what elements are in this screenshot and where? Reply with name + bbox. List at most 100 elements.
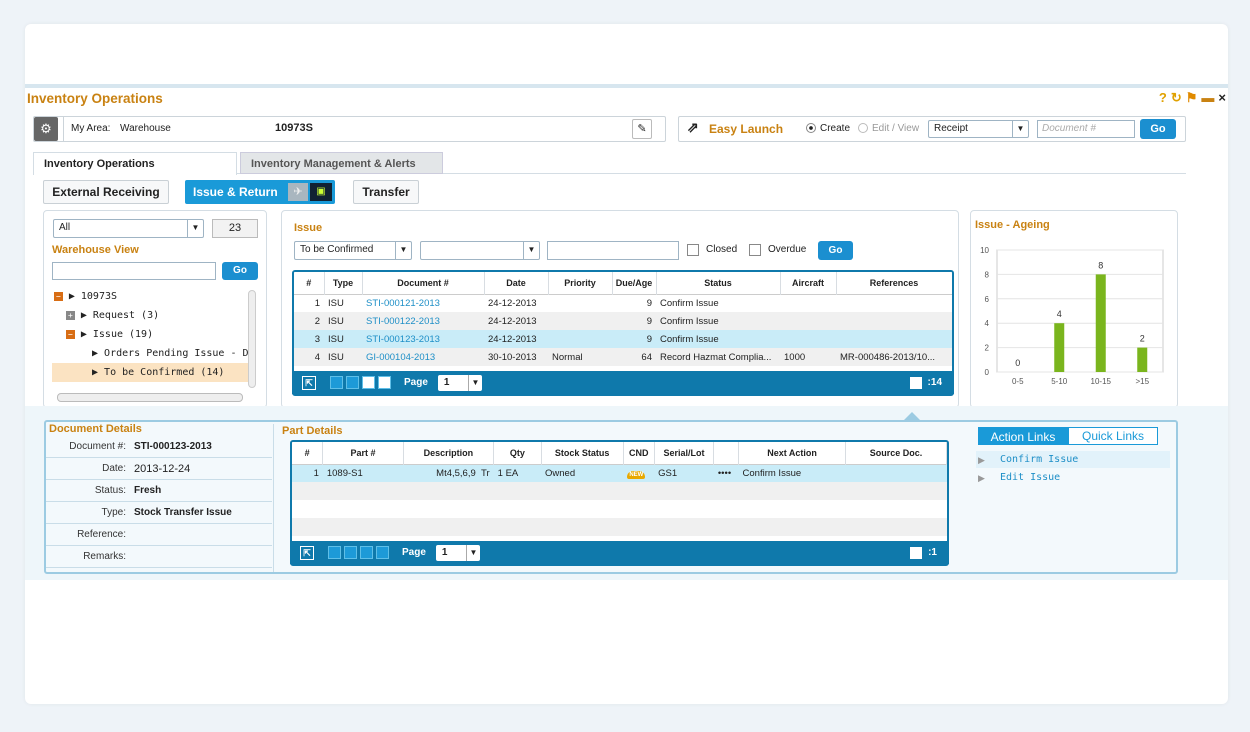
edit-pencil-icon[interactable]: ✎	[632, 119, 652, 139]
chevron-down-icon: ▼	[1012, 121, 1028, 137]
chevron-down-icon: ▼	[467, 374, 482, 391]
last-page-icon[interactable]	[378, 376, 391, 389]
create-radio[interactable]	[806, 123, 816, 133]
detail-row: Type: Stock Transfer Issue	[46, 502, 272, 524]
table-row[interactable]: 4 ISU GI-000104-2013 30-10-2013 Normal 64 Reco…	[294, 348, 952, 366]
table-row[interactable]: 1 ISU STI-000121-2013 24-12-2013 9 Confirm Is…	[294, 294, 952, 312]
refresh-icon[interactable]: ↻	[1171, 90, 1182, 106]
prev-page-icon[interactable]	[346, 376, 359, 389]
tab-inventory-management[interactable]: Inventory Management & Alerts	[240, 152, 443, 174]
help-icon[interactable]: ?	[1159, 90, 1167, 106]
cell: 1089-S1	[326, 467, 363, 479]
tree-vertical-scrollbar[interactable]	[248, 290, 256, 388]
document-link[interactable]: STI-000122-2013	[362, 312, 484, 330]
first-page-icon[interactable]	[328, 546, 341, 559]
tree-label: 10973S	[80, 291, 118, 302]
warehouse-go-button[interactable]: Go	[222, 262, 258, 280]
cell: 30-10-2013	[488, 351, 537, 363]
cell: Confirm Issue	[660, 315, 719, 327]
col-header[interactable]: Date	[484, 272, 549, 294]
cell: Mt4,5,6,9	[436, 467, 476, 479]
col-header[interactable]: CND	[623, 442, 655, 464]
col-header[interactable]: Next Action	[738, 442, 847, 464]
issue-filter-value: To be Confirmed	[300, 244, 374, 255]
col-header[interactable]: Source Doc.	[845, 442, 947, 464]
warehouse-view-title: Warehouse View	[52, 244, 139, 256]
warehouse-filter-select[interactable]: All ▼	[53, 219, 204, 238]
cell: 9	[646, 315, 652, 327]
last-page-icon[interactable]	[376, 546, 389, 559]
col-header[interactable]: Serial/Lot	[654, 442, 715, 464]
tree-horizontal-scrollbar[interactable]	[57, 393, 243, 402]
close-icon[interactable]: ×	[1218, 90, 1226, 106]
external-receiving-button[interactable]: External Receiving	[43, 180, 169, 204]
col-header[interactable]: Aircraft	[780, 272, 837, 294]
col-header[interactable]: Part #	[322, 442, 404, 464]
collapse-icon[interactable]: −	[54, 292, 63, 301]
issue-go-button[interactable]: Go	[818, 241, 853, 260]
table-row[interactable]: 2 ISU STI-000122-2013 24-12-2013 9 Confirm Is…	[294, 312, 952, 330]
tab-action-links[interactable]: Action Links	[978, 427, 1068, 445]
document-link[interactable]: GI-000104-2013	[362, 348, 484, 366]
tree-node-orders-pending[interactable]: ▶ Orders Pending Issue - Due	[52, 344, 248, 363]
closed-checkbox[interactable]	[687, 244, 699, 256]
expand-icon[interactable]: +	[66, 311, 75, 320]
tree-label: Orders Pending Issue - Due	[104, 348, 248, 359]
cell	[548, 330, 612, 348]
launch-type-select[interactable]: Receipt ▼	[928, 120, 1029, 138]
export-icon[interactable]: ⇱	[302, 375, 316, 390]
col-header[interactable]: #	[294, 272, 325, 294]
col-header[interactable]: Qty	[493, 442, 542, 464]
issue-secondary-select[interactable]: ▼	[420, 241, 540, 260]
edit-issue-link[interactable]: Edit Issue	[1000, 472, 1060, 483]
tab-inventory-operations[interactable]: Inventory Operations	[33, 152, 237, 175]
export-icon[interactable]: ⇱	[300, 545, 314, 560]
page-select[interactable]: 1 ▼	[437, 374, 482, 391]
col-header[interactable]	[713, 442, 740, 464]
overdue-checkbox[interactable]	[749, 244, 761, 256]
edit-view-radio[interactable]	[858, 123, 868, 133]
layout-icon[interactable]: ▬	[1201, 90, 1214, 106]
grid-settings-icon[interactable]	[909, 376, 922, 389]
collapse-icon[interactable]: −	[66, 330, 75, 339]
tree-node-issue[interactable]: − ▶ Issue (19)	[52, 325, 248, 344]
table-row-selected[interactable]: 1 1089-S1 Mt4,5,6,9 Tr 1 EA Owned NEW GS…	[292, 464, 947, 482]
area-settings-icon[interactable]: ⚙	[34, 117, 58, 141]
col-header[interactable]: Status	[656, 272, 781, 294]
tree-node-request[interactable]: + ▶ Request (3)	[52, 306, 248, 325]
col-header[interactable]: Priority	[548, 272, 613, 294]
issue-search-input[interactable]	[547, 241, 679, 260]
warehouse-count: 23	[212, 219, 258, 238]
cell	[780, 330, 836, 348]
col-header[interactable]: #	[292, 442, 324, 464]
next-page-icon[interactable]	[362, 376, 375, 389]
document-link[interactable]: STI-000123-2013	[362, 330, 484, 348]
cell: 3	[314, 333, 320, 345]
first-page-icon[interactable]	[330, 376, 343, 389]
document-link[interactable]: STI-000121-2013	[362, 294, 484, 312]
col-header[interactable]: Description	[403, 442, 495, 464]
table-row-selected[interactable]: 3 ISU STI-000123-2013 24-12-2013 9 Confirm Is…	[294, 330, 952, 348]
prev-page-icon[interactable]	[344, 546, 357, 559]
user-icon[interactable]: ⚑	[1186, 90, 1198, 106]
grid-settings-icon[interactable]	[910, 546, 923, 559]
col-header[interactable]: Document #	[362, 272, 485, 294]
issue-filter-select[interactable]: To be Confirmed ▼	[294, 241, 412, 260]
document-number-input[interactable]: Document #	[1037, 120, 1135, 138]
col-header[interactable]: References	[836, 272, 952, 294]
warehouse-search-input[interactable]	[52, 262, 216, 280]
y-tick-label: 0	[985, 368, 990, 377]
page-select[interactable]: 1 ▼	[435, 544, 480, 561]
transfer-button[interactable]: Transfer	[353, 180, 419, 204]
confirm-issue-link[interactable]: Confirm Issue	[1000, 454, 1078, 465]
y-tick-label: 2	[985, 344, 990, 353]
col-header[interactable]: Due/Age	[612, 272, 657, 294]
tree-node-to-be-confirmed[interactable]: ▶ To be Confirmed (14)	[52, 363, 248, 382]
issue-title: Issue	[294, 222, 323, 234]
next-page-icon[interactable]	[360, 546, 373, 559]
tab-quick-links[interactable]: Quick Links	[1068, 427, 1158, 445]
col-header[interactable]: Type	[324, 272, 363, 294]
col-header[interactable]: Stock Status	[541, 442, 624, 464]
launch-go-button[interactable]: Go	[1140, 119, 1176, 139]
tree-node-root[interactable]: − ▶ 10973S	[52, 287, 248, 306]
